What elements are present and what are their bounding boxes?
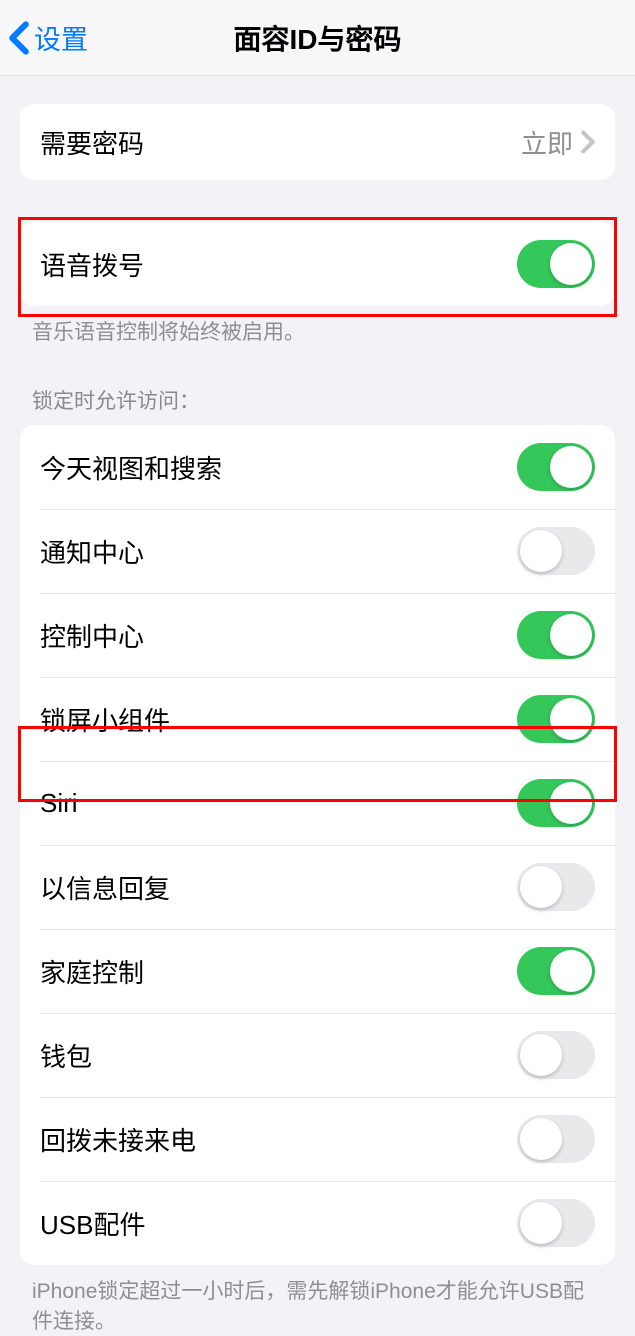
lock-access-label: 今天视图和搜索 bbox=[40, 449, 222, 486]
lock-access-row: 今天视图和搜索 bbox=[20, 425, 615, 509]
toggle-knob bbox=[520, 530, 562, 572]
require-passcode-row[interactable]: 需要密码 立即 bbox=[20, 104, 615, 180]
back-label: 设置 bbox=[34, 18, 88, 57]
toggle-knob bbox=[520, 1202, 562, 1244]
lock-access-toggle[interactable] bbox=[517, 695, 595, 743]
lock-access-row: 以信息回复 bbox=[20, 845, 615, 929]
lock-access-label: 钱包 bbox=[40, 1037, 92, 1074]
toggle-knob bbox=[550, 614, 592, 656]
lock-access-label: 控制中心 bbox=[40, 617, 144, 654]
lock-access-row: 家庭控制 bbox=[20, 929, 615, 1013]
lock-access-row: 通知中心 bbox=[20, 509, 615, 593]
lock-access-row: 控制中心 bbox=[20, 593, 615, 677]
lock-access-label: 回拨未接来电 bbox=[40, 1121, 196, 1158]
chevron-right-icon bbox=[581, 130, 595, 154]
toggle-knob bbox=[520, 1118, 562, 1160]
require-passcode-label: 需要密码 bbox=[40, 124, 144, 161]
lock-access-toggle[interactable] bbox=[517, 527, 595, 575]
lock-access-header: 锁定时允许访问： bbox=[0, 385, 635, 425]
lock-access-row: 锁屏小组件 bbox=[20, 677, 615, 761]
toggle-knob bbox=[550, 446, 592, 488]
lock-access-toggle[interactable] bbox=[517, 611, 595, 659]
lock-access-label: 家庭控制 bbox=[40, 953, 144, 990]
lock-access-toggle[interactable] bbox=[517, 863, 595, 911]
toggle-knob bbox=[520, 866, 562, 908]
require-passcode-value: 立即 bbox=[521, 124, 573, 161]
lock-access-toggle[interactable] bbox=[517, 1031, 595, 1079]
voice-dial-footer: 音乐语音控制将始终被启用。 bbox=[0, 306, 635, 347]
lock-access-label: Siri bbox=[40, 788, 78, 819]
lock-access-row: 钱包 bbox=[20, 1013, 615, 1097]
toggle-knob bbox=[550, 243, 592, 285]
toggle-knob bbox=[550, 950, 592, 992]
back-button[interactable]: 设置 bbox=[0, 18, 88, 57]
lock-access-label: 锁屏小组件 bbox=[40, 701, 170, 738]
lock-access-toggle[interactable] bbox=[517, 1115, 595, 1163]
lock-access-toggle[interactable] bbox=[517, 1199, 595, 1247]
lock-access-row: 回拨未接来电 bbox=[20, 1097, 615, 1181]
toggle-knob bbox=[550, 698, 592, 740]
lock-access-label: 通知中心 bbox=[40, 533, 144, 570]
page-title: 面容ID与密码 bbox=[233, 18, 401, 58]
lock-access-row: Siri bbox=[20, 761, 615, 845]
lock-access-toggle[interactable] bbox=[517, 779, 595, 827]
usb-footer: iPhone锁定超过一小时后，需先解锁iPhone才能允许USB配件连接。 bbox=[0, 1265, 635, 1336]
voice-dial-toggle[interactable] bbox=[517, 240, 595, 288]
header-bar: 设置 面容ID与密码 bbox=[0, 0, 635, 76]
lock-access-toggle[interactable] bbox=[517, 443, 595, 491]
voice-dial-row: 语音拨号 bbox=[20, 222, 615, 306]
voice-dial-label: 语音拨号 bbox=[40, 246, 144, 283]
toggle-knob bbox=[520, 1034, 562, 1076]
lock-access-label: 以信息回复 bbox=[40, 869, 170, 906]
lock-access-label: USB配件 bbox=[40, 1205, 145, 1242]
toggle-knob bbox=[550, 782, 592, 824]
chevron-left-icon bbox=[8, 21, 30, 55]
lock-access-toggle[interactable] bbox=[517, 947, 595, 995]
